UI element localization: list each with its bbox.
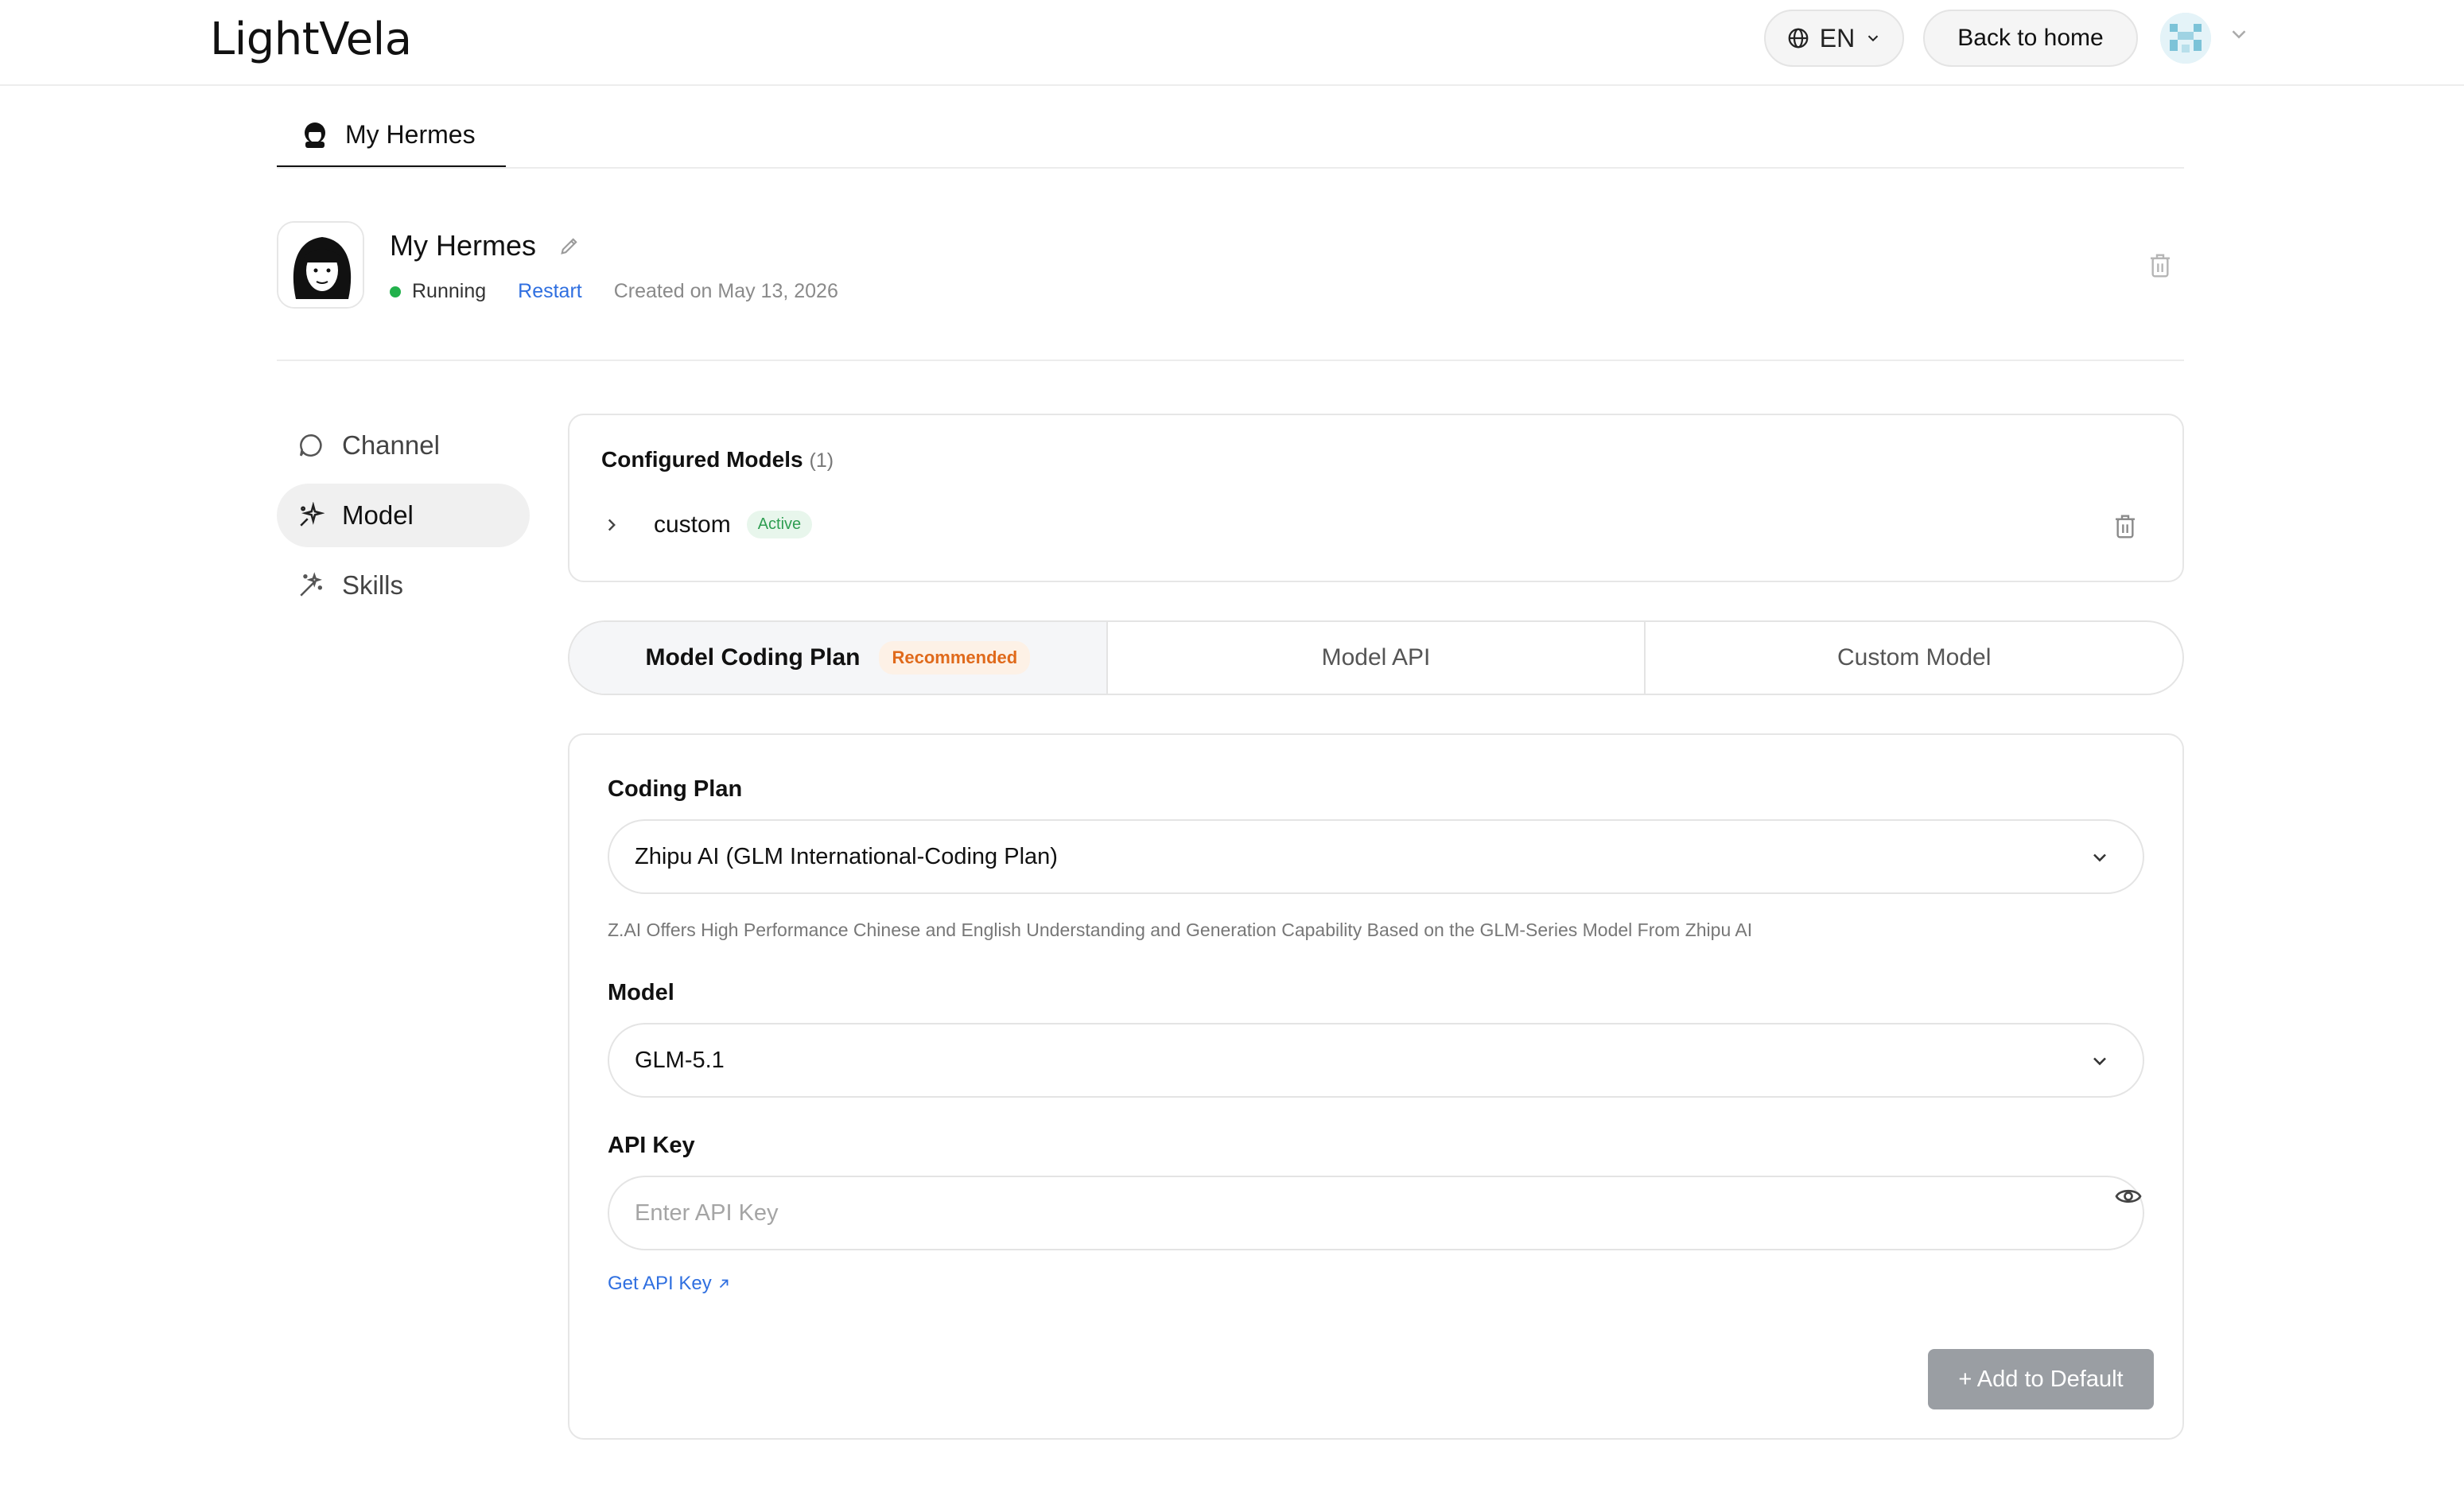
chevron-right-icon[interactable]	[601, 515, 622, 535]
delete-model-trash-icon[interactable]	[2112, 512, 2138, 541]
tab-label: My Hermes	[345, 119, 476, 149]
configured-models-label: Configured Models	[601, 447, 803, 472]
sidebar-item-model[interactable]: Model	[277, 484, 530, 547]
language-selector[interactable]: EN	[1764, 10, 1904, 67]
coding-plan-value: Zhipu AI (GLM International-Coding Plan)	[635, 843, 1058, 869]
sidebar-item-label: Channel	[342, 430, 440, 460]
delete-agent-trash-icon[interactable]	[2147, 251, 2173, 280]
tab-label: Model API	[1321, 644, 1431, 671]
agent-name: My Hermes	[390, 229, 537, 262]
sidebar-item-channel[interactable]: Channel	[277, 414, 530, 477]
tab-model-coding-plan[interactable]: Model Coding Plan Recommended	[569, 622, 1108, 694]
app-logo[interactable]: LightVela	[210, 11, 412, 68]
restart-link[interactable]: Restart	[518, 280, 582, 303]
language-label: EN	[1819, 23, 1856, 52]
magic-wand-icon	[300, 572, 323, 597]
api-key-input[interactable]	[608, 1176, 2144, 1250]
tab-custom-model[interactable]: Custom Model	[1646, 622, 2182, 694]
back-to-home-button[interactable]: Back to home	[1923, 10, 2138, 67]
chevron-down-icon	[2093, 853, 2106, 862]
chevron-down-icon	[2093, 1057, 2106, 1066]
chevron-down-icon	[1868, 35, 1879, 42]
api-key-label: API Key	[608, 1133, 695, 1158]
get-api-key-label: Get API Key	[608, 1273, 712, 1294]
agent-title: My Hermes	[390, 229, 581, 262]
user-avatar[interactable]	[2160, 13, 2211, 64]
model-label: Model	[608, 980, 674, 1005]
tab-divider	[277, 167, 2184, 169]
created-date: Created on May 13, 2026	[613, 280, 838, 302]
model-select[interactable]: GLM-5.1	[608, 1023, 2144, 1098]
coding-plan-form-card: Coding Plan Zhipu AI (GLM International-…	[568, 733, 2184, 1440]
globe-icon	[1788, 28, 1809, 49]
configured-models-count: (1)	[809, 449, 834, 472]
edit-pencil-icon[interactable]	[558, 235, 581, 257]
agent-avatar	[277, 221, 364, 309]
configured-models-title: Configured Models (1)	[601, 447, 834, 472]
model-type-tabs: Model Coding Plan Recommended Model API …	[568, 620, 2184, 695]
tab-my-hermes[interactable]: My Hermes	[277, 103, 506, 169]
tab-label: Model Coding Plan	[645, 644, 861, 671]
coding-plan-select[interactable]: Zhipu AI (GLM International-Coding Plan)	[608, 819, 2144, 894]
tab-label: Custom Model	[1836, 644, 1992, 671]
account-menu-chevron-icon[interactable]	[2227, 22, 2251, 46]
sidebar-item-label: Model	[342, 500, 414, 530]
hermes-avatar-small-icon	[305, 122, 325, 148]
model-value: GLM-5.1	[635, 1047, 725, 1073]
sidebar-item-label: Skills	[342, 570, 404, 600]
avatar-pattern-icon	[2160, 13, 2211, 64]
sparkle-icon	[300, 502, 325, 527]
sidebar-item-skills[interactable]: Skills	[277, 554, 530, 617]
tab-model-api[interactable]: Model API	[1108, 622, 1646, 694]
chat-bubble-icon	[299, 433, 322, 457]
model-name: custom	[654, 511, 731, 538]
add-to-default-button[interactable]: + Add to Default	[1928, 1349, 2154, 1409]
show-password-eye-icon[interactable]	[2114, 1182, 2143, 1211]
coding-plan-label: Coding Plan	[608, 776, 743, 802]
coding-plan-description: Z.AI Offers High Performance Chinese and…	[608, 919, 1753, 940]
get-api-key-link[interactable]: Get API Key	[608, 1273, 731, 1295]
model-list-item[interactable]: custom Active	[601, 511, 813, 538]
status-dot-icon	[390, 286, 401, 297]
header-divider	[277, 360, 2184, 361]
hermes-portrait-icon	[278, 223, 363, 307]
recommended-badge: Recommended	[879, 641, 1031, 675]
external-link-arrow-icon	[719, 1279, 729, 1289]
top-navigation-bar: LightVela EN Back to home	[0, 0, 2464, 86]
active-badge: Active	[746, 511, 813, 538]
status-text: Running	[412, 280, 487, 302]
configured-models-card: Configured Models (1) custom Active	[568, 414, 2184, 582]
agent-status-row: Running Restart Created on May 13, 2026	[390, 280, 838, 303]
